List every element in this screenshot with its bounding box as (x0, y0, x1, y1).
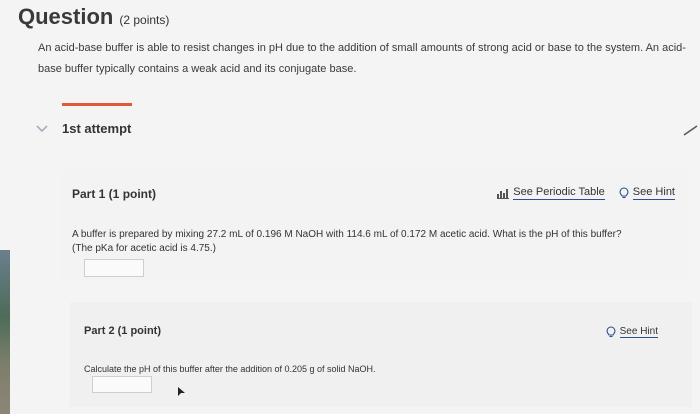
part2-hint-label: See Hint (619, 326, 658, 338)
pencil-edge-icon (683, 125, 698, 136)
part2-hint-link[interactable]: See Hint (606, 326, 658, 338)
question-header: Question (2 points) (18, 4, 169, 30)
lightbulb-icon (619, 187, 629, 199)
question-intro: An acid-base buffer is able to resist ch… (38, 42, 686, 75)
part2-answer-input[interactable] (92, 376, 152, 393)
see-periodic-table-link[interactable]: See Periodic Table (497, 186, 605, 200)
part2-question-text: Calculate the pH of this buffer after th… (84, 364, 376, 374)
progress-accent-bar (62, 103, 132, 106)
part1-tools: See Periodic Table See Hint (497, 186, 675, 200)
periodic-table-icon (497, 188, 510, 199)
question-points: (2 points) (119, 13, 170, 27)
part2-card (70, 302, 692, 407)
part1-pka-note: (The pKa for acetic acid is 4.75.) (72, 243, 216, 254)
part1-question-text: A buffer is prepared by mixing 27.2 mL o… (72, 229, 622, 240)
lightbulb-icon (606, 326, 616, 338)
mouse-cursor-icon (178, 387, 185, 396)
part1-heading: Part 1 (1 point) (72, 187, 157, 201)
chevron-down-icon (36, 124, 48, 132)
attempt-label: 1st attempt (62, 121, 132, 136)
part1-hint-label: See Hint (632, 186, 675, 200)
attempt-toggle[interactable]: 1st attempt (36, 121, 131, 136)
part1-hint-link[interactable]: See Hint (619, 186, 675, 200)
see-periodic-table-label: See Periodic Table (513, 186, 605, 200)
part1-answer-input[interactable] (84, 259, 144, 277)
desktop-background-strip (0, 250, 10, 414)
part2-heading: Part 2 (1 point) (84, 325, 162, 337)
question-page: Question (2 points) An acid-base buffer … (0, 0, 700, 414)
part1-question: A buffer is prepared by mixing 27.2 mL o… (72, 228, 682, 256)
question-title: Question (18, 4, 114, 29)
